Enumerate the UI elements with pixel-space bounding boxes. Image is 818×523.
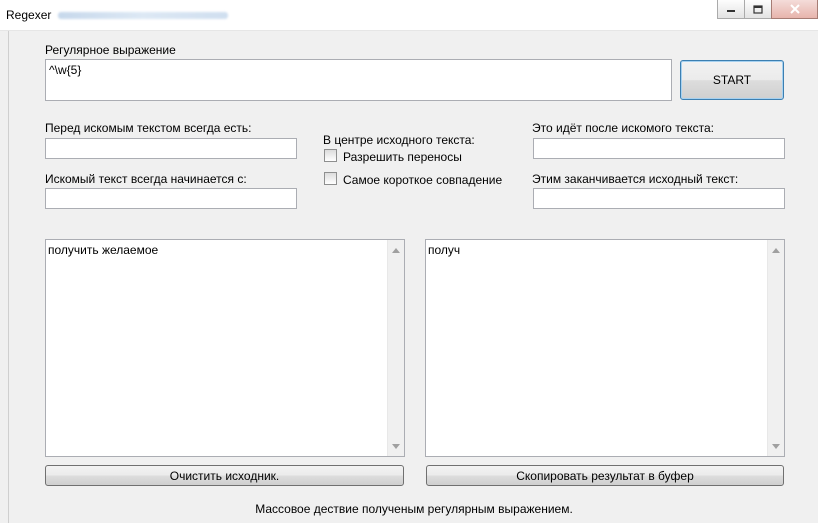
scroll-down-button[interactable] [768,438,784,454]
client-area: Регулярное выражение ^\w{5} START Перед … [8,31,818,523]
result-scrollbar[interactable] [767,240,784,456]
title-path-blurred [58,12,228,19]
start-button[interactable]: START [680,60,784,100]
status-text: Массовое дествие полученым регулярным вы… [255,502,573,516]
after-input[interactable] [533,138,785,159]
chevron-up-icon [392,247,400,253]
center-label: В центре исходного текста: [323,133,475,147]
chevron-up-icon [772,247,780,253]
regex-value: ^\w{5} [49,63,82,77]
after-label: Это идёт после искомого текста: [532,121,714,135]
window-title: Regexer [6,8,52,22]
allow-wrap-checkbox[interactable] [324,149,337,162]
scroll-down-button[interactable] [388,438,404,454]
copy-result-button[interactable]: Скопировать результат в буфер [426,465,784,486]
result-textarea[interactable]: получ [425,239,785,457]
restore-button[interactable] [744,0,772,19]
close-button[interactable] [771,0,818,19]
source-text: получить желаемое [48,243,159,257]
close-icon [789,4,800,14]
result-text: получ [428,243,461,257]
starts-with-input[interactable] [45,188,297,209]
shortest-match-checkbox[interactable] [324,172,337,185]
scroll-up-button[interactable] [388,242,404,258]
regex-input[interactable]: ^\w{5} [45,59,672,101]
source-scrollbar[interactable] [387,240,404,456]
restore-icon [753,4,763,14]
shortest-match-label: Самое короткое совпадение [343,173,503,187]
source-textarea[interactable]: получить желаемое [45,239,405,457]
regex-label: Регулярное выражение [45,43,176,57]
chevron-down-icon [392,443,400,449]
minimize-icon [727,10,735,12]
chevron-down-icon [772,443,780,449]
before-input[interactable] [45,138,297,159]
ends-with-input[interactable] [533,188,785,209]
window-controls [717,0,818,20]
clear-source-button[interactable]: Очистить исходник. [45,465,404,486]
ends-with-label: Этим заканчивается исходный текст: [532,172,739,186]
minimize-button[interactable] [717,0,745,19]
before-label: Перед искомым текстом всегда есть: [45,121,252,135]
starts-with-label: Искомый текст всегда начинается с: [45,172,247,186]
allow-wrap-label: Разрешить переносы [343,150,462,164]
scroll-up-button[interactable] [768,242,784,258]
title-bar: Regexer [0,0,818,31]
